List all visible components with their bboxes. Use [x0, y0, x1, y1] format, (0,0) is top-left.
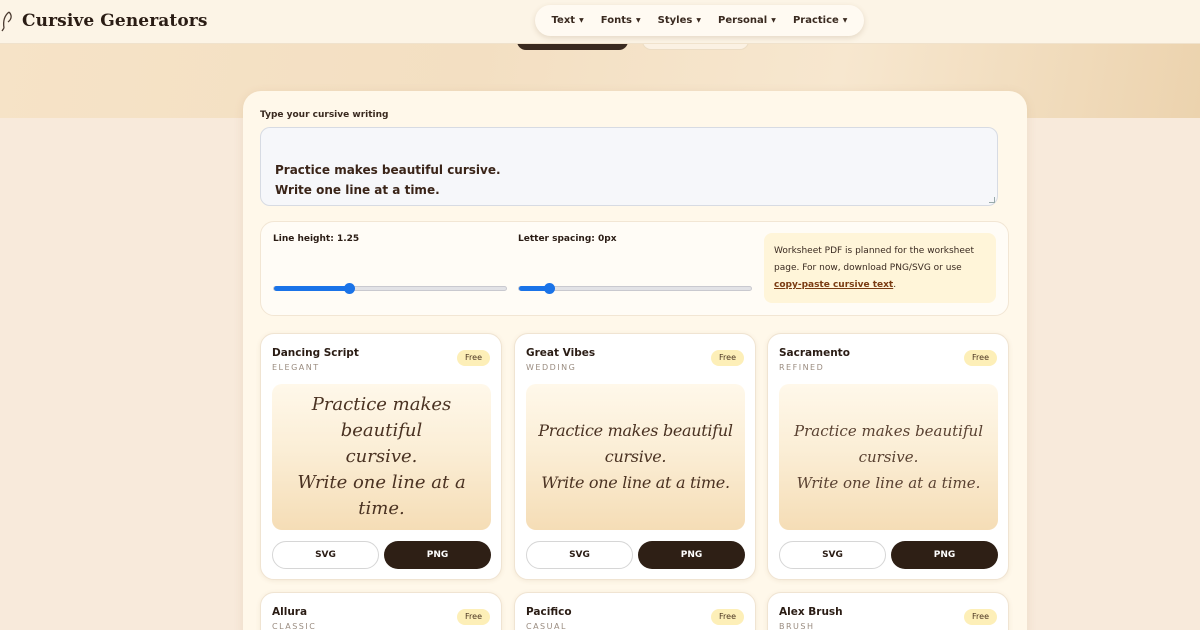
cursive-text-input[interactable]: Practice makes beautiful cursive. Write …: [260, 127, 998, 206]
resize-handle[interactable]: [989, 197, 995, 203]
chevron-down-icon: ▼: [635, 17, 641, 24]
card-name: Allura: [272, 606, 308, 618]
free-badge: Free: [457, 350, 490, 366]
font-card-sacramento: Sacramento REFINED Free Practice makes b…: [767, 333, 1009, 580]
cursive-preview: Practice makes beautiful cursive. Write …: [272, 384, 491, 530]
nav-item-personal[interactable]: Personal ▼: [718, 15, 776, 26]
copy-paste-link[interactable]: copy-paste cursive text: [774, 280, 893, 290]
download-svg-button[interactable]: SVG: [779, 541, 886, 569]
nav-item-styles[interactable]: Styles ▼: [658, 15, 701, 26]
card-name: Sacramento: [779, 347, 850, 359]
free-badge: Free: [964, 609, 997, 625]
card-category: REFINED: [779, 363, 825, 372]
line-height-slider[interactable]: [273, 283, 507, 294]
card-name: Dancing Script: [272, 347, 359, 359]
font-card-pacifico: Pacifico CASUAL Free: [514, 592, 756, 630]
card-name: Great Vibes: [526, 347, 596, 359]
download-png-button[interactable]: PNG: [384, 541, 491, 569]
brand-title: Cursive Generators: [22, 11, 208, 31]
font-card-alex-brush: Alex Brush BRUSH Free: [767, 592, 1009, 630]
quill-icon: [1, 11, 12, 32]
card-category: CLASSIC: [272, 622, 317, 630]
nav-item-practice[interactable]: Practice ▼: [793, 15, 847, 26]
free-badge: Free: [457, 609, 490, 625]
card-name: Alex Brush: [779, 606, 843, 618]
free-badge: Free: [711, 350, 744, 366]
nav-item-fonts[interactable]: Fonts ▼: [601, 15, 641, 26]
card-category: ELEGANT: [272, 363, 320, 372]
free-badge: Free: [964, 350, 997, 366]
font-card-allura: Allura CLASSIC Free: [260, 592, 502, 630]
chevron-down-icon: ▼: [771, 17, 776, 24]
chevron-down-icon: ▼: [579, 17, 584, 24]
cursive-preview: Practice makes beautiful cursive. Write …: [526, 384, 745, 530]
download-png-button[interactable]: PNG: [638, 541, 745, 569]
font-card-dancing-script: Dancing Script ELEGANT Free Practice mak…: [260, 333, 502, 580]
free-badge: Free: [711, 609, 744, 625]
line-height-fill: [274, 286, 349, 291]
brand[interactable]: Cursive Generators: [0, 9, 208, 33]
line-height-thumb[interactable]: [344, 283, 355, 294]
download-png-button[interactable]: PNG: [891, 541, 998, 569]
chevron-down-icon: ▼: [696, 17, 701, 24]
card-category: CASUAL: [526, 622, 567, 630]
letter-spacing-slider[interactable]: [518, 283, 752, 294]
worksheet-note: Worksheet PDF is planned for the workshe…: [764, 233, 996, 303]
editor-label: Type your cursive writing: [260, 110, 389, 120]
chevron-down-icon: ▼: [842, 17, 848, 24]
nav-item-text[interactable]: Text ▼: [552, 15, 584, 26]
card-name: Pacifico: [526, 606, 572, 618]
cursive-preview: Practice makes beautiful cursive. Write …: [779, 384, 998, 530]
card-category: BRUSH: [779, 622, 815, 630]
download-svg-button[interactable]: SVG: [272, 541, 379, 569]
letter-spacing-label: Letter spacing: 0px: [518, 234, 617, 244]
card-category: WEDDING: [526, 363, 577, 372]
letter-spacing-thumb[interactable]: [544, 283, 555, 294]
download-svg-button[interactable]: SVG: [526, 541, 633, 569]
top-bar: Cursive Generators Text ▼ Fonts ▼ Styles ▼ …: [0, 0, 1200, 44]
main-nav: Text ▼ Fonts ▼ Styles ▼ Personal ▼ Practice ▼: [535, 5, 864, 36]
line-height-label: Line height: 1.25: [273, 234, 360, 244]
font-card-great-vibes: Great Vibes WEDDING Free Practice makes …: [514, 333, 756, 580]
